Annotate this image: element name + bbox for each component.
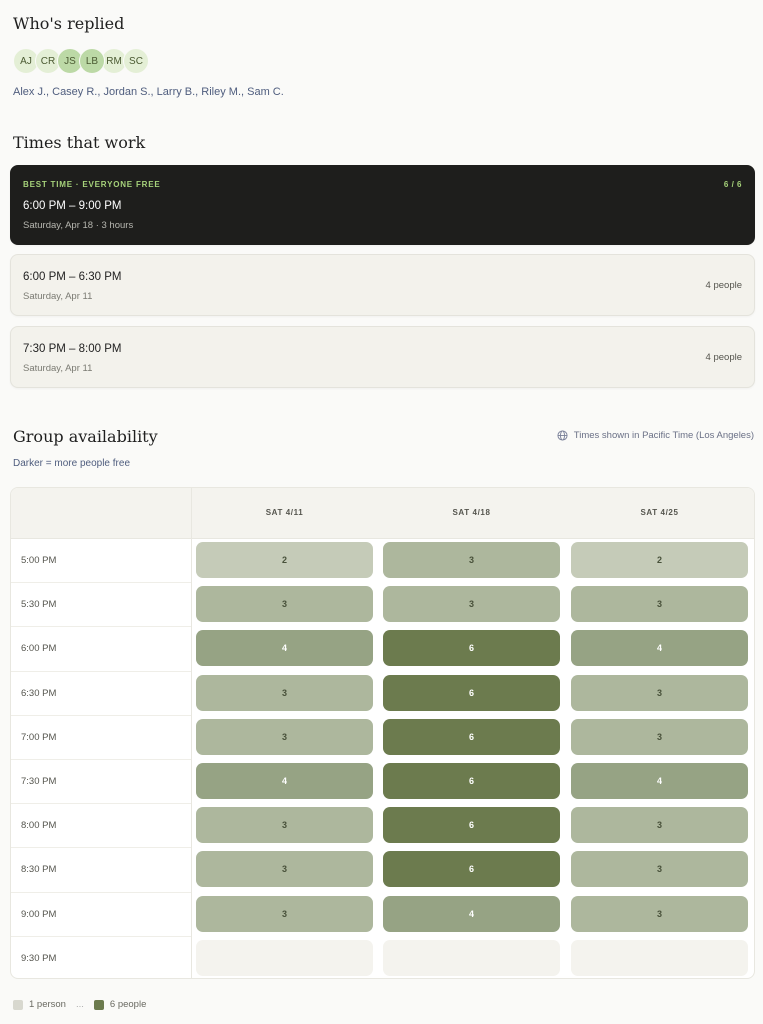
best-time-tag: BEST TIME · EVERYONE FREE	[23, 180, 161, 189]
grid-header: SAT 4/11 SAT 4/18 SAT 4/25	[11, 488, 754, 539]
row-time-label: 9:00 PM	[21, 908, 57, 920]
row-time-label: 5:00 PM	[21, 555, 57, 566]
availability-cell[interactable]: 3	[571, 718, 748, 755]
legend: 1 person ... 6 people	[13, 999, 146, 1010]
timezone-note: Times shown in Pacific Time (Los Angeles…	[557, 430, 754, 441]
availability-cell[interactable]: 3	[571, 851, 748, 888]
availability-cell[interactable]: 3	[196, 718, 373, 755]
alternative-time-card[interactable]: 7:30 PM – 8:00 PM Saturday, Apr 11 4 peo…	[10, 326, 755, 388]
legend-low-label: 1 person	[29, 999, 66, 1010]
alt-time-date: Saturday, Apr 11	[23, 291, 93, 302]
best-time-range: 6:00 PM – 9:00 PM	[23, 200, 122, 212]
column-header: SAT 4/25	[640, 508, 679, 517]
row-separator	[11, 626, 191, 628]
legend-low-swatch	[13, 999, 23, 1010]
legend-high-swatch	[93, 999, 104, 1010]
row-separator	[11, 891, 191, 893]
availability-cell[interactable]: 4	[196, 763, 373, 799]
row-separator	[11, 714, 191, 716]
availability-cell[interactable]	[196, 939, 373, 976]
availability-cell[interactable]: 3	[383, 586, 560, 623]
row-separator	[11, 803, 191, 805]
column-header: SAT 4/11	[265, 508, 304, 517]
availability-cell[interactable]: 2	[196, 542, 373, 578]
availability-cell[interactable]: 4	[571, 763, 748, 799]
group-availability-title: Group availability	[13, 427, 158, 446]
avatar: LB	[79, 48, 105, 74]
grid-corner	[11, 488, 192, 538]
availability-cell[interactable]: 3	[196, 807, 373, 844]
availability-cell[interactable]: 6	[383, 807, 560, 844]
row-time-label: 9:30 PM	[21, 952, 57, 964]
availability-cell[interactable]	[571, 939, 748, 976]
replied-names: Alex J., Casey R., Jordan S., Larry B., …	[13, 86, 284, 98]
availability-cell[interactable]: 6	[383, 763, 560, 799]
availability-cell[interactable]: 3	[196, 851, 373, 888]
availability-cell[interactable]: 6	[383, 851, 560, 888]
row-time-label: 7:00 PM	[21, 731, 57, 743]
legend-dots: ...	[75, 999, 84, 1010]
times-that-work-title: Times that work	[13, 133, 146, 152]
availability-hint: Darker = more people free	[13, 458, 131, 469]
availability-cell[interactable]: 3	[571, 586, 748, 623]
row-separator	[11, 582, 191, 584]
alternative-time-card[interactable]: 6:00 PM – 6:30 PM Saturday, Apr 11 4 peo…	[10, 254, 755, 316]
row-time-label: 8:30 PM	[21, 864, 57, 876]
availability-cell[interactable]: 4	[383, 895, 560, 932]
alt-time-range: 6:00 PM – 6:30 PM	[23, 271, 122, 283]
availability-cell[interactable]: 3	[571, 674, 748, 711]
row-separator	[11, 847, 191, 849]
availability-cell[interactable]: 3	[196, 674, 373, 711]
row-separator	[11, 670, 191, 672]
row-time-label: 6:30 PM	[21, 687, 57, 699]
availability-cell[interactable]: 6	[383, 630, 560, 667]
row-time-label: 5:30 PM	[21, 599, 57, 611]
availability-cell[interactable]: 4	[571, 630, 748, 667]
legend-high-label: 6 people	[109, 999, 147, 1010]
availability-cell[interactable]: 6	[383, 718, 560, 755]
best-time-card[interactable]: BEST TIME · EVERYONE FREE 6 / 6 6:00 PM …	[10, 165, 755, 245]
availability-cell[interactable]: 6	[383, 674, 560, 711]
row-separator	[11, 759, 191, 760]
alt-time-range: 7:30 PM – 8:00 PM	[23, 343, 122, 355]
column-header: SAT 4/18	[452, 508, 491, 517]
row-separator	[11, 935, 191, 937]
time-column: 5:00 PM 5:30 PM 6:00 PM 6:30 PM 7:00 PM 7:30 …	[11, 538, 192, 978]
whos-replied-title: Who's replied	[13, 14, 125, 33]
availability-cell[interactable]: 3	[571, 807, 748, 844]
availability-cell[interactable]: 4	[196, 630, 373, 667]
alt-time-date: Saturday, Apr 11	[23, 363, 93, 374]
availability-cell[interactable]: 2	[571, 542, 748, 578]
alt-time-count: 4 people	[705, 352, 742, 363]
avatar: SC	[123, 48, 149, 74]
timezone-label: Times shown in Pacific Time (Los Angeles…	[573, 430, 754, 441]
availability-cell[interactable]: 3	[196, 895, 373, 932]
availability-cell[interactable]: 3	[571, 895, 748, 932]
alt-time-count: 4 people	[705, 280, 742, 291]
row-time-label: 6:00 PM	[21, 643, 57, 655]
availability-cell[interactable]: 3	[383, 542, 560, 578]
row-time-label: 8:00 PM	[21, 820, 57, 832]
row-time-label: 7:30 PM	[21, 776, 57, 787]
best-time-date: Saturday, Apr 18 · 3 hours	[23, 220, 134, 231]
availability-cell[interactable]: 3	[196, 586, 373, 623]
availability-cell[interactable]	[383, 939, 560, 976]
best-time-ratio: 6 / 6	[723, 180, 742, 189]
availability-grid: SAT 4/11 SAT 4/18 SAT 4/25 5:00 PM 5:30 PM 6…	[10, 487, 755, 979]
globe-icon	[557, 430, 568, 441]
